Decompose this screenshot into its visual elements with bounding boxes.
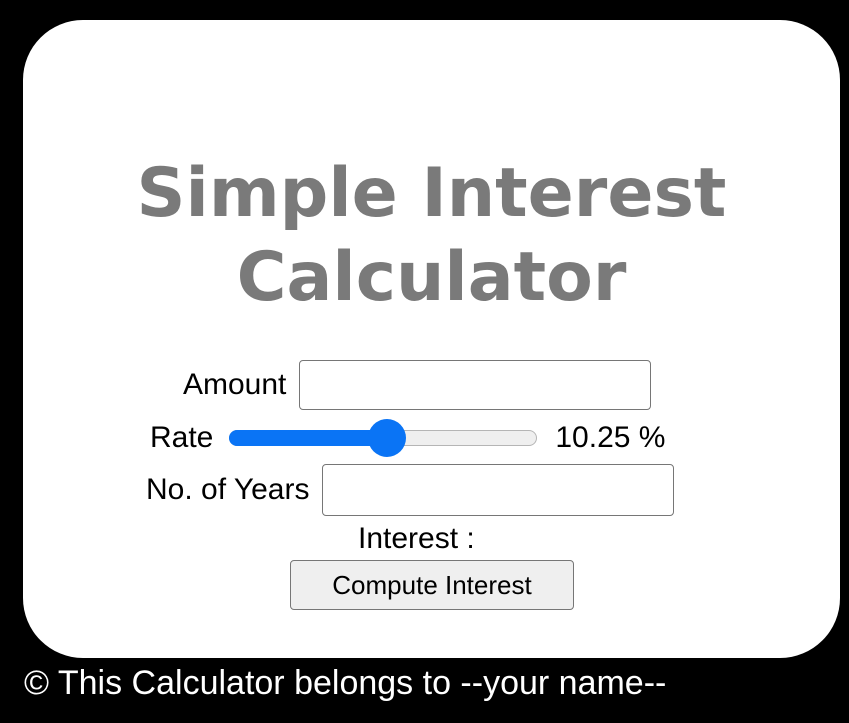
page-title: Simple Interest Calculator <box>23 152 840 320</box>
rate-row: Rate 10.25 % <box>150 416 665 460</box>
compute-interest-button[interactable]: Compute Interest <box>290 560 574 610</box>
title-line-2: Calculator <box>236 238 627 317</box>
years-label: No. of Years <box>146 473 310 506</box>
footer-copyright: © This Calculator belongs to --your name… <box>24 664 667 702</box>
title-line-1: Simple Interest <box>136 154 727 233</box>
amount-label: Amount <box>183 368 287 401</box>
interest-row: Interest : <box>358 520 481 558</box>
amount-row: Amount <box>183 360 652 410</box>
years-input[interactable] <box>322 464 675 516</box>
rate-slider-fill <box>229 430 387 446</box>
rate-label: Rate <box>150 421 214 454</box>
years-row: No. of Years <box>146 464 675 516</box>
amount-input[interactable] <box>299 360 652 410</box>
rate-value: 10.25 % <box>555 421 666 454</box>
rate-slider-thumb[interactable] <box>367 419 406 457</box>
interest-label: Interest : <box>358 522 475 555</box>
rate-slider[interactable] <box>229 418 538 458</box>
page-background: Simple Interest Calculator Amount Rate 1… <box>0 0 849 723</box>
